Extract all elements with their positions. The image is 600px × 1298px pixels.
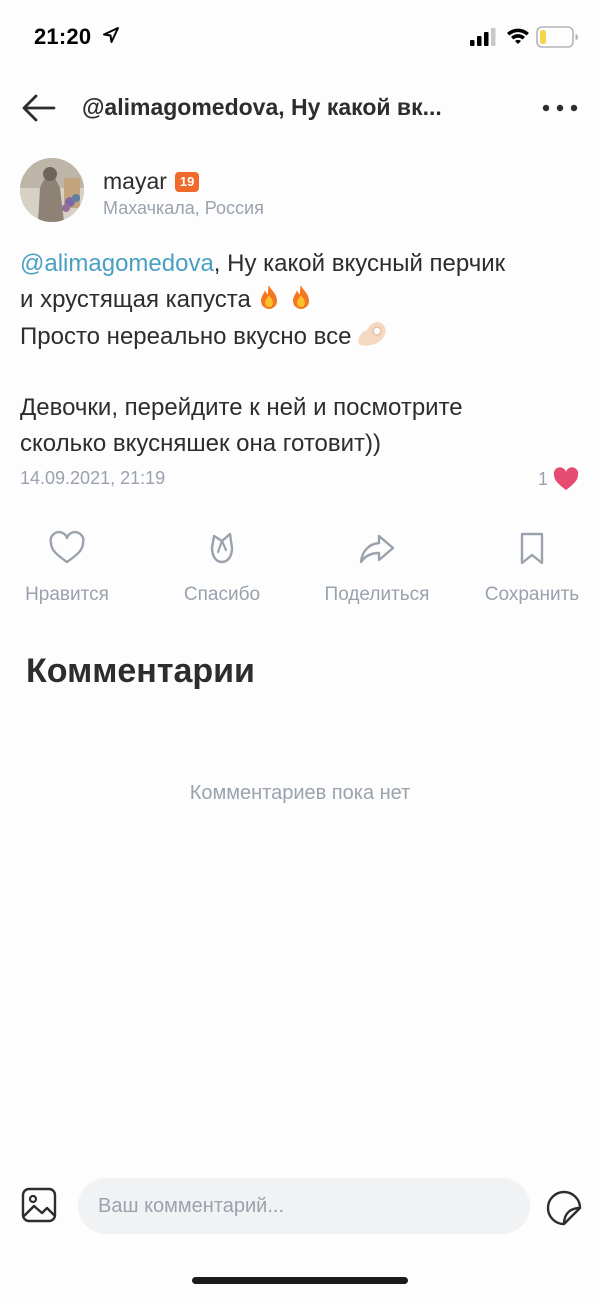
attach-image-button[interactable]: [20, 1186, 58, 1224]
save-label: Сохранить: [484, 584, 580, 605]
comment-composer: [0, 1176, 600, 1236]
more-button[interactable]: [540, 98, 580, 118]
sticker-button[interactable]: [544, 1188, 584, 1228]
author-name-row: mayar 19: [103, 168, 200, 195]
post-line-1: @alimagomedova, Ну какой вкусный перчик: [20, 246, 590, 282]
post-line-3: Просто нереально вкусно все: [20, 318, 590, 354]
comments-empty-text: Комментариев пока нет: [189, 782, 411, 804]
rose-icon: [210, 532, 234, 564]
post-line-2: и хрустящая капуста: [20, 282, 590, 318]
fire-emoji: [287, 283, 315, 322]
post-line-4: Девочки, перейдите к ней и посмотрите: [20, 394, 463, 421]
more-dots-icon: [542, 104, 578, 112]
post-author[interactable]: mayar 19 Махачкала, Россия: [20, 158, 580, 228]
back-button[interactable]: [20, 92, 60, 124]
like-label: Нравится: [25, 584, 109, 605]
share-icon: [359, 534, 395, 564]
status-bar: 21:20: [0, 0, 600, 72]
author-name[interactable]: mayar: [103, 168, 167, 195]
avatar[interactable]: [20, 158, 84, 222]
post-actions: Нравится Спасибо Поделиться Сохранить: [0, 528, 600, 618]
heart-icon: [49, 530, 85, 564]
share-label: Поделиться: [324, 584, 430, 605]
location-arrow-icon: [102, 26, 120, 49]
post-date: 14.09.2021, 21:19: [20, 468, 166, 488]
save-button[interactable]: Сохранить: [467, 528, 597, 606]
arrow-left-icon: [22, 94, 56, 122]
wifi-icon: [506, 26, 530, 51]
bookmark-icon: [520, 532, 544, 565]
post-line-1-text: , Ну какой вкусный перчик: [213, 250, 506, 277]
page-title: @alimagomedova, Ну какой вк...: [82, 94, 442, 120]
battery-icon: [536, 26, 578, 53]
fire-emoji: [255, 283, 283, 322]
post-line-2-text: и хрустящая капуста: [20, 286, 251, 313]
signal-icon: [470, 28, 496, 51]
post-line-3-text: Просто нереально вкусно все: [20, 323, 352, 350]
heart-filled-icon: [553, 467, 579, 490]
status-time: 21:20: [34, 24, 92, 49]
sticker-icon: [546, 1190, 582, 1226]
ok-hand-emoji: [355, 318, 389, 359]
post-blank-line: [20, 354, 590, 390]
thanks-button[interactable]: Спасибо: [157, 528, 287, 606]
post-line-5: сколько вкусняшек она готовит)): [20, 430, 382, 457]
share-button[interactable]: Поделиться: [312, 528, 442, 606]
home-indicator: [192, 1277, 408, 1284]
thanks-label: Спасибо: [183, 584, 261, 605]
mention-link[interactable]: @alimagomedova: [20, 250, 214, 277]
author-location: Махачкала, Россия: [103, 198, 264, 218]
image-icon: [21, 1187, 57, 1223]
post-likes[interactable]: 1: [538, 466, 580, 492]
nav-bar: @alimagomedova, Ну какой вк...: [0, 80, 600, 136]
comment-input[interactable]: [78, 1178, 530, 1234]
comments-title: Комментарии: [26, 652, 255, 690]
like-button[interactable]: Нравится: [2, 528, 132, 606]
post-text: @alimagomedova, Ну какой вкусный перчик …: [20, 246, 590, 462]
likes-count: 1: [537, 468, 548, 489]
author-badge: 19: [174, 171, 200, 192]
